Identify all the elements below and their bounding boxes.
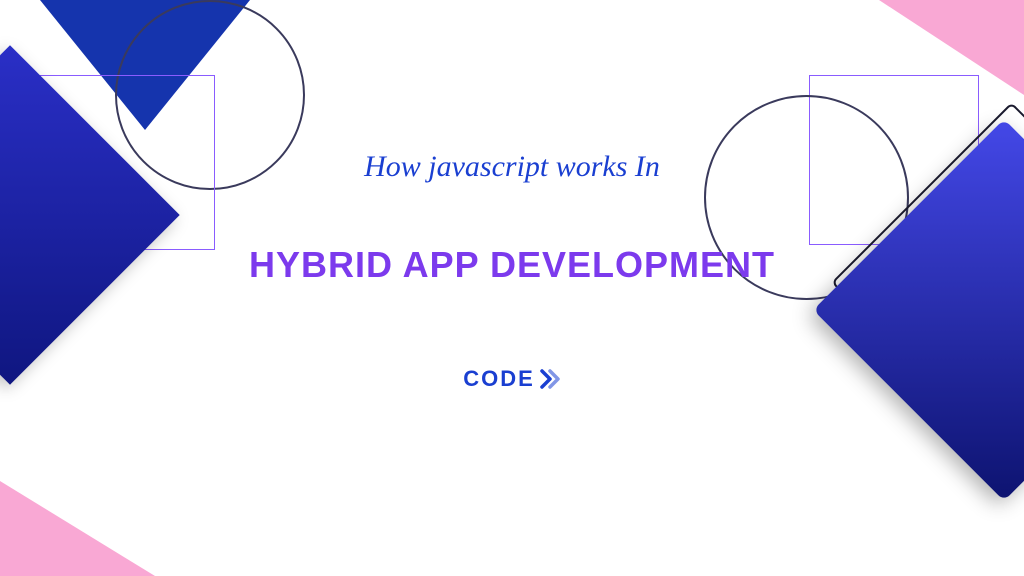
main-content: How javascript works In HYBRID APP DEVEL…	[0, 150, 1024, 392]
logo-chevron-icon	[539, 369, 561, 389]
brand-logo: CODE	[463, 366, 561, 392]
decorative-triangle-bottom-left	[0, 481, 155, 576]
title-text: HYBRID APP DEVELOPMENT	[0, 244, 1024, 286]
logo-text: CODE	[463, 366, 535, 392]
subtitle-text: How javascript works In	[0, 150, 1024, 184]
